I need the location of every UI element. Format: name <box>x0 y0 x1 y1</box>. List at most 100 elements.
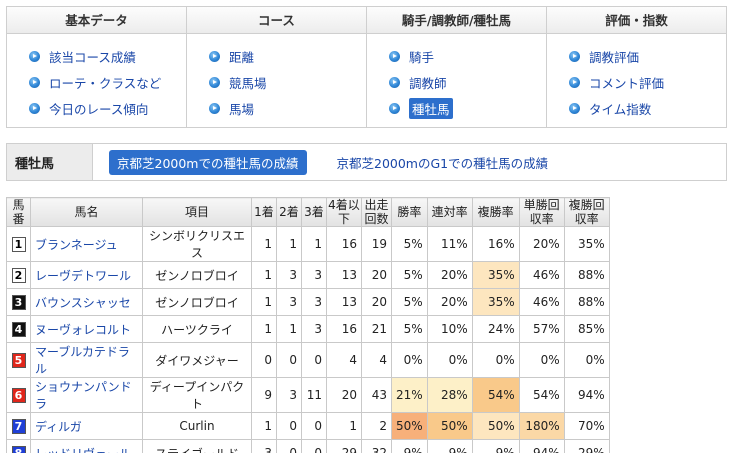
nav-link[interactable]: タイム指数 <box>589 99 651 118</box>
column-header: 項目 <box>142 197 252 227</box>
stat-cell-win: 0% <box>391 342 428 378</box>
horse-number-cell: 4 <box>6 315 31 343</box>
nav-link[interactable]: 今日のレース傾向 <box>49 99 148 118</box>
stat-cell-c1: 1 <box>251 288 277 316</box>
stat-cell-c1: 1 <box>251 412 277 440</box>
stat-cell-c4: 20 <box>326 377 362 413</box>
stat-cell-runs: 21 <box>361 315 392 343</box>
stat-cell-place2: 28% <box>426 377 473 413</box>
nav-item[interactable]: 競馬場 <box>209 69 366 95</box>
column-header: 馬番 <box>6 197 31 227</box>
nav-link[interactable]: 騎手 <box>409 47 434 66</box>
horse-number-cell: 8 <box>6 439 31 453</box>
stat-cell-c3: 0 <box>301 342 327 378</box>
stat-cell-runs: 20 <box>361 288 392 316</box>
stat-cell-c4: 29 <box>326 439 362 453</box>
stat-cell-c3: 3 <box>301 288 327 316</box>
nav-item[interactable]: 馬場 <box>209 95 366 121</box>
sire-cell: ゼンノロブロイ <box>142 288 252 316</box>
nav-item[interactable]: 騎手 <box>389 43 546 69</box>
horse-number-badge: 2 <box>11 267 26 283</box>
nav-link[interactable]: 距離 <box>229 47 254 66</box>
stat-cell-c3: 0 <box>301 439 327 453</box>
stat-cell-c1: 1 <box>251 226 277 262</box>
sire-subbar: 種牡馬 京都芝2000mでの種牡馬の成績 京都芝2000mのG1での種牡馬の成績 <box>6 143 727 181</box>
arrow-bullet-icon <box>569 102 580 114</box>
stat-cell-c3: 0 <box>301 412 327 440</box>
nav-column-2: 騎手/調教師/種牡馬 騎手 調教師 種牡馬 <box>367 7 547 127</box>
horse-number-badge: 5 <box>11 352 26 368</box>
tab-kyoto-turf-2000-g1-sire[interactable]: 京都芝2000mのG1での種牡馬の成績 <box>337 153 549 172</box>
tab-kyoto-turf-2000-sire[interactable]: 京都芝2000mでの種牡馬の成績 <box>109 149 307 175</box>
stat-cell-c2: 3 <box>276 261 302 289</box>
nav-link[interactable]: 種牡馬 <box>409 97 453 119</box>
stat-cell-win: 50% <box>391 412 428 440</box>
column-header: 2着 <box>276 197 302 227</box>
stat-cell-win: 5% <box>391 315 428 343</box>
horse-name-link[interactable]: ショウナンパンドラ <box>35 380 132 411</box>
column-header: 4着以下 <box>326 197 362 227</box>
nav-link[interactable]: 該当コース成績 <box>49 47 136 66</box>
horse-name-link[interactable]: マーブルカテドラル <box>35 345 130 376</box>
nav-column-0: 基本データ 該当コース成績 ローテ・クラスなど 今日のレース傾向 <box>7 7 187 127</box>
nav-link[interactable]: 馬場 <box>229 99 254 118</box>
stat-cell-win_ret: 57% <box>518 315 565 343</box>
nav-item[interactable]: ローテ・クラスなど <box>29 69 186 95</box>
arrow-bullet-icon <box>29 50 40 62</box>
sire-cell: ゼンノロブロイ <box>142 261 252 289</box>
stat-cell-place_ret: 35% <box>563 226 610 262</box>
nav-item[interactable]: 種牡馬 <box>389 95 546 121</box>
nav-link[interactable]: コメント評価 <box>589 73 664 92</box>
arrow-bullet-icon <box>569 50 580 62</box>
horse-name-link[interactable]: レッドリヴェール <box>35 447 131 453</box>
nav-item[interactable]: タイム指数 <box>569 95 726 121</box>
sire-cell: Curlin <box>142 412 252 440</box>
column-header: 出走回数 <box>361 197 392 227</box>
stat-cell-win_ret: 0% <box>518 342 565 378</box>
stat-cell-place_ret: 0% <box>563 342 610 378</box>
stat-cell-c1: 0 <box>251 342 277 378</box>
horse-name-link[interactable]: ヌーヴォレコルト <box>35 323 131 337</box>
stat-cell-place2: 20% <box>426 288 473 316</box>
horse-number-badge: 7 <box>11 418 26 434</box>
stat-cell-c2: 1 <box>276 226 302 262</box>
table-row: 7 ディルガ Curlin 1 0 0 1 2 50% 50% 50% 180% 70% <box>6 412 610 440</box>
horse-name-cell: マーブルカテドラル <box>30 342 143 378</box>
horse-name-link[interactable]: バウンスシャッセ <box>35 296 131 310</box>
arrow-bullet-icon <box>209 76 220 88</box>
stat-cell-c4: 16 <box>326 226 362 262</box>
stat-cell-c4: 13 <box>326 288 362 316</box>
horse-number-cell: 6 <box>6 377 31 413</box>
arrow-bullet-icon <box>389 102 400 114</box>
stat-cell-runs: 2 <box>361 412 392 440</box>
nav-item[interactable]: 今日のレース傾向 <box>29 95 186 121</box>
sire-cell: ダイワメジャー <box>142 342 252 378</box>
nav-item[interactable]: 調教評価 <box>569 43 726 69</box>
table-header-row: 馬番 馬名 項目 1着 2着 3着 4着以下 出走回数 勝率 連対率 複勝率 単勝回収率 複勝回収率 <box>6 197 610 227</box>
horse-name-link[interactable]: ブランネージュ <box>35 238 118 252</box>
stat-cell-c1: 1 <box>251 261 277 289</box>
stat-cell-place2: 11% <box>426 226 473 262</box>
nav-column-title: 評価・指数 <box>547 7 726 34</box>
table-row: 5 マーブルカテドラル ダイワメジャー 0 0 0 4 4 0% 0% 0% 0% 0% <box>6 342 610 378</box>
nav-item[interactable]: 該当コース成績 <box>29 43 186 69</box>
horse-number-cell: 7 <box>6 412 31 440</box>
nav-link[interactable]: 競馬場 <box>229 73 267 92</box>
horse-name-link[interactable]: レーヴデトワール <box>35 269 131 283</box>
stat-cell-c4: 13 <box>326 261 362 289</box>
nav-item[interactable]: 距離 <box>209 43 366 69</box>
stat-cell-win: 21% <box>391 377 428 413</box>
nav-item[interactable]: コメント評価 <box>569 69 726 95</box>
stat-cell-place_ret: 85% <box>563 315 610 343</box>
nav-column-title: コース <box>187 7 366 34</box>
horse-number-badge: 8 <box>11 445 26 453</box>
horse-name-cell: ディルガ <box>30 412 143 440</box>
nav-link[interactable]: ローテ・クラスなど <box>49 73 161 92</box>
horse-name-cell: レッドリヴェール <box>30 439 143 453</box>
nav-item[interactable]: 調教師 <box>389 69 546 95</box>
horse-name-link[interactable]: ディルガ <box>35 420 82 434</box>
nav-link[interactable]: 調教評価 <box>589 47 639 66</box>
nav-link[interactable]: 調教師 <box>409 73 447 92</box>
stat-cell-c2: 3 <box>276 377 302 413</box>
subbar-title: 種牡馬 <box>7 144 93 180</box>
